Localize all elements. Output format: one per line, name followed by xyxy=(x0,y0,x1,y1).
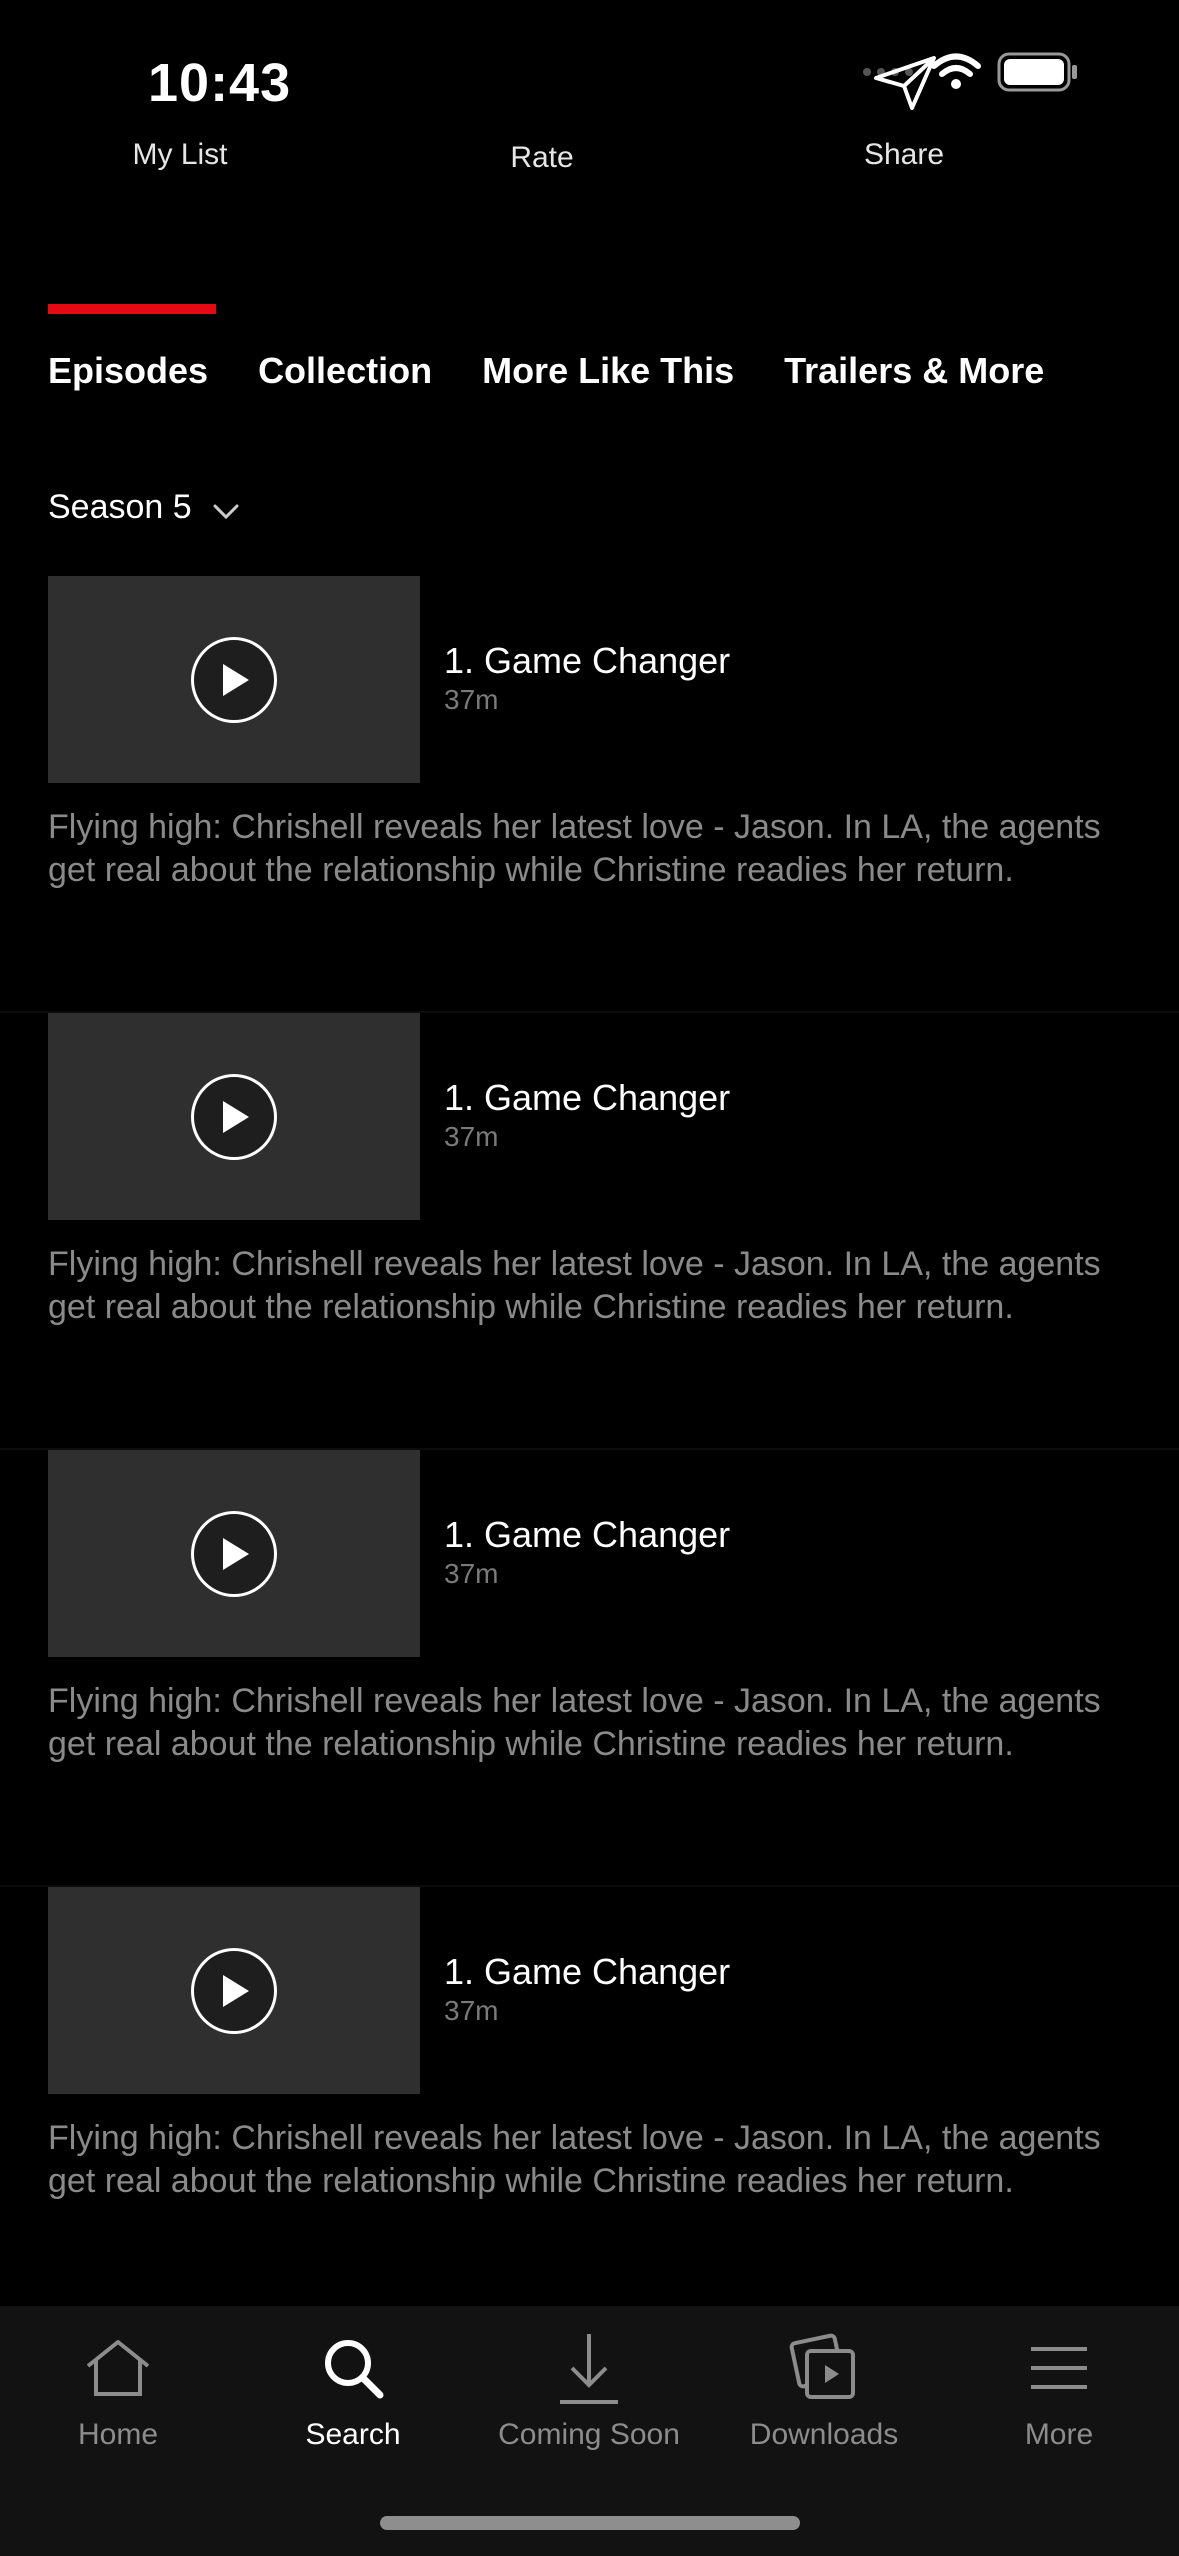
share-icon[interactable] xyxy=(872,54,938,110)
episode-duration: 37m xyxy=(444,1121,499,1152)
nav-label: Downloads xyxy=(749,2418,899,2451)
nav-home[interactable]: Home xyxy=(13,2328,223,2452)
tab-more-like-this[interactable]: More Like This xyxy=(482,350,734,392)
rate-button[interactable]: Rate xyxy=(510,141,573,175)
episode-description: Flying high: Chrishell reveals her lates… xyxy=(48,1682,1101,1763)
episode-title: 1. Game Changer xyxy=(444,1077,731,1118)
nav-more[interactable]: More xyxy=(954,2328,1164,2452)
episode-thumbnail[interactable] xyxy=(48,1887,420,2094)
episode-description: Flying high: Chrishell reveals her lates… xyxy=(48,808,1101,889)
play-icon[interactable] xyxy=(191,1947,277,2034)
home-icon xyxy=(82,2328,154,2408)
episode-title: 1. Game Changer xyxy=(444,640,731,681)
season-selector[interactable]: Season 5 xyxy=(48,488,240,527)
tab-bar: Episodes Collection More Like This Trail… xyxy=(48,350,1044,392)
status-time: 10:43 xyxy=(148,53,292,113)
menu-icon xyxy=(1027,2328,1091,2408)
episode-thumbnail[interactable] xyxy=(48,1013,420,1220)
nav-label: More xyxy=(1024,2418,1094,2451)
episode-thumbnail[interactable] xyxy=(48,1450,420,1657)
episode-description: Flying high: Chrishell reveals her lates… xyxy=(48,2119,1101,2200)
episode-title: 1. Game Changer xyxy=(444,1514,731,1555)
play-icon[interactable] xyxy=(191,636,277,723)
nav-coming-soon[interactable]: Coming Soon xyxy=(484,2328,694,2452)
episode-title: 1. Game Changer xyxy=(444,1951,731,1992)
nav-label: Coming Soon xyxy=(498,2418,680,2451)
nav-label: Search xyxy=(305,2418,401,2451)
tab-episodes[interactable]: Episodes xyxy=(48,350,208,392)
episode-item[interactable]: 1. Game Changer 37m Flying high: Chrishe… xyxy=(0,1011,1179,1448)
nav-label: Home xyxy=(77,2418,159,2451)
play-icon[interactable] xyxy=(191,1073,277,1160)
battery-icon xyxy=(997,52,1077,92)
chevron-down-icon xyxy=(213,504,239,519)
home-indicator[interactable] xyxy=(380,2516,800,2530)
my-list-button[interactable]: My List xyxy=(132,138,227,172)
nav-search[interactable]: Search xyxy=(248,2328,458,2452)
search-icon xyxy=(320,2328,386,2408)
play-icon[interactable] xyxy=(191,1510,277,1597)
nav-downloads[interactable]: Downloads xyxy=(719,2328,929,2452)
episode-item[interactable]: 1. Game Changer 37m Flying high: Chrishe… xyxy=(0,1448,1179,1885)
tab-trailers-and-more[interactable]: Trailers & More xyxy=(784,350,1044,392)
episode-duration: 37m xyxy=(444,1995,499,2026)
episode-item[interactable]: 1. Game Changer 37m Flying high: Chrishe… xyxy=(0,1885,1179,2322)
episode-thumbnail[interactable] xyxy=(48,576,420,783)
download-arrow-icon xyxy=(556,2328,622,2408)
episode-description: Flying high: Chrishell reveals her lates… xyxy=(48,1245,1101,1326)
episode-duration: 37m xyxy=(444,1558,499,1589)
downloads-icon xyxy=(789,2328,859,2408)
wifi-icon xyxy=(931,53,981,89)
episode-duration: 37m xyxy=(444,684,499,715)
season-label: Season 5 xyxy=(48,488,192,526)
episode-item[interactable]: 1. Game Changer 37m Flying high: Chrishe… xyxy=(0,576,1179,1011)
tab-collection[interactable]: Collection xyxy=(258,350,432,392)
episode-list: 1. Game Changer 37m Flying high: Chrishe… xyxy=(0,576,1179,2322)
share-button[interactable]: Share xyxy=(864,138,944,172)
active-tab-indicator xyxy=(48,304,216,314)
